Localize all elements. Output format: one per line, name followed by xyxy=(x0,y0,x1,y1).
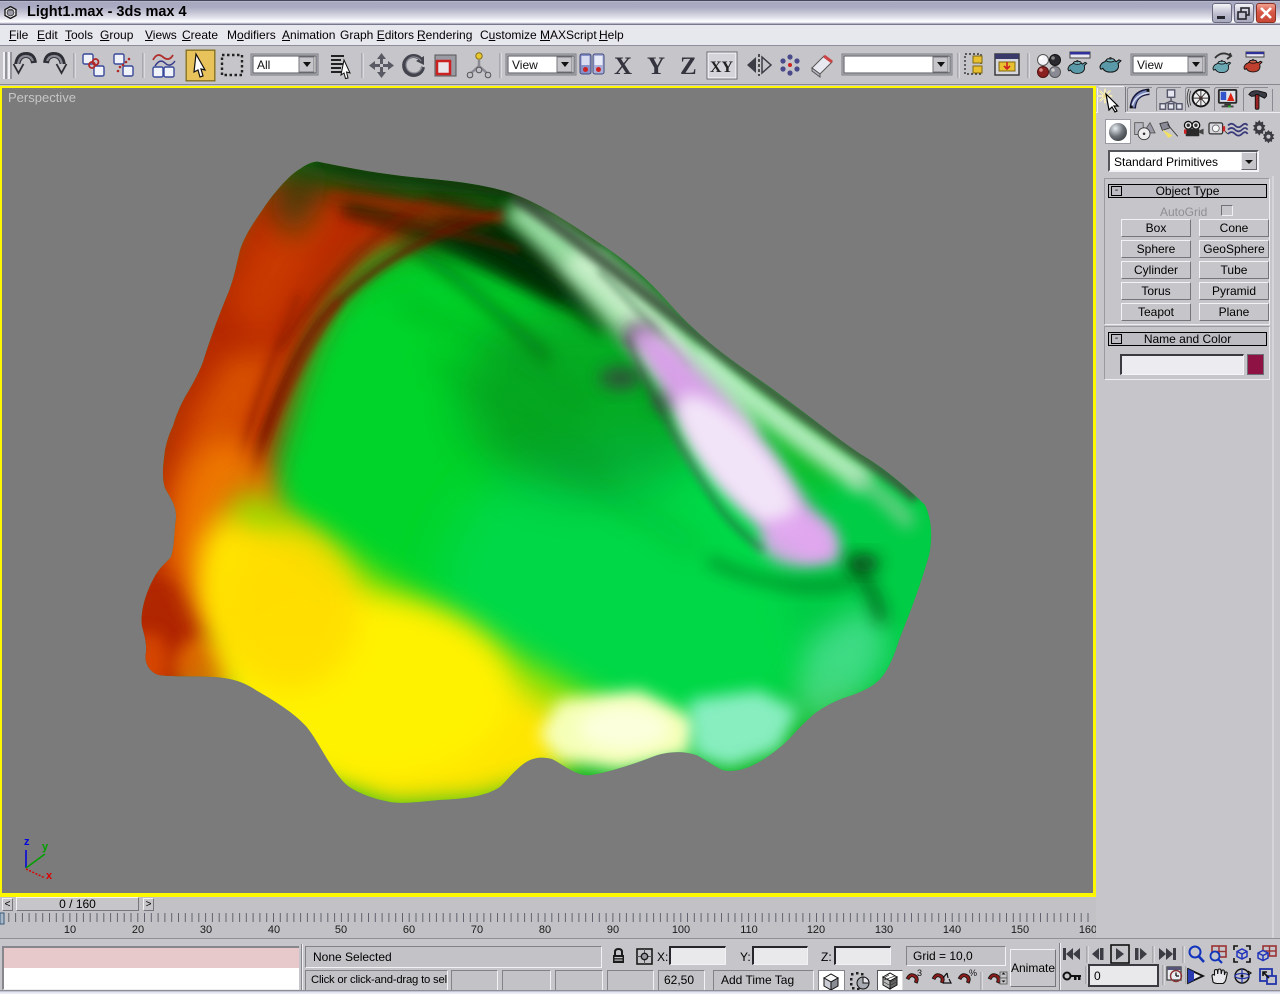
svg-text:110: 110 xyxy=(740,924,758,936)
svg-text:70: 70 xyxy=(471,924,483,936)
svg-text:Z: Z xyxy=(680,53,697,80)
svg-text:3: 3 xyxy=(917,969,922,978)
svg-text:100: 100 xyxy=(672,924,690,936)
svg-text:50: 50 xyxy=(335,924,347,936)
svg-text:90: 90 xyxy=(607,924,619,936)
svg-text:20: 20 xyxy=(132,924,144,936)
svg-text:x: x xyxy=(46,870,53,881)
svg-text:40: 40 xyxy=(268,924,280,936)
svg-text:150: 150 xyxy=(1011,924,1029,936)
svg-text:z: z xyxy=(24,836,30,848)
svg-text:160: 160 xyxy=(1079,924,1096,936)
svg-text:80: 80 xyxy=(539,924,551,936)
svg-text:0: 0 xyxy=(1094,969,1101,983)
svg-text:%: % xyxy=(969,969,977,978)
svg-text:120: 120 xyxy=(807,924,825,936)
svg-text:Y: Y xyxy=(647,53,665,80)
svg-text:X: X xyxy=(614,53,632,80)
svg-text:130: 130 xyxy=(875,924,893,936)
svg-text:View: View xyxy=(1137,58,1163,72)
svg-text:View: View xyxy=(512,58,538,72)
svg-text:60: 60 xyxy=(403,924,415,936)
svg-text:30: 30 xyxy=(200,924,212,936)
svg-text:10: 10 xyxy=(64,924,76,936)
svg-text:y: y xyxy=(42,841,49,853)
svg-text:140: 140 xyxy=(943,924,961,936)
svg-text:All: All xyxy=(257,58,270,72)
svg-text:XY: XY xyxy=(710,59,734,76)
